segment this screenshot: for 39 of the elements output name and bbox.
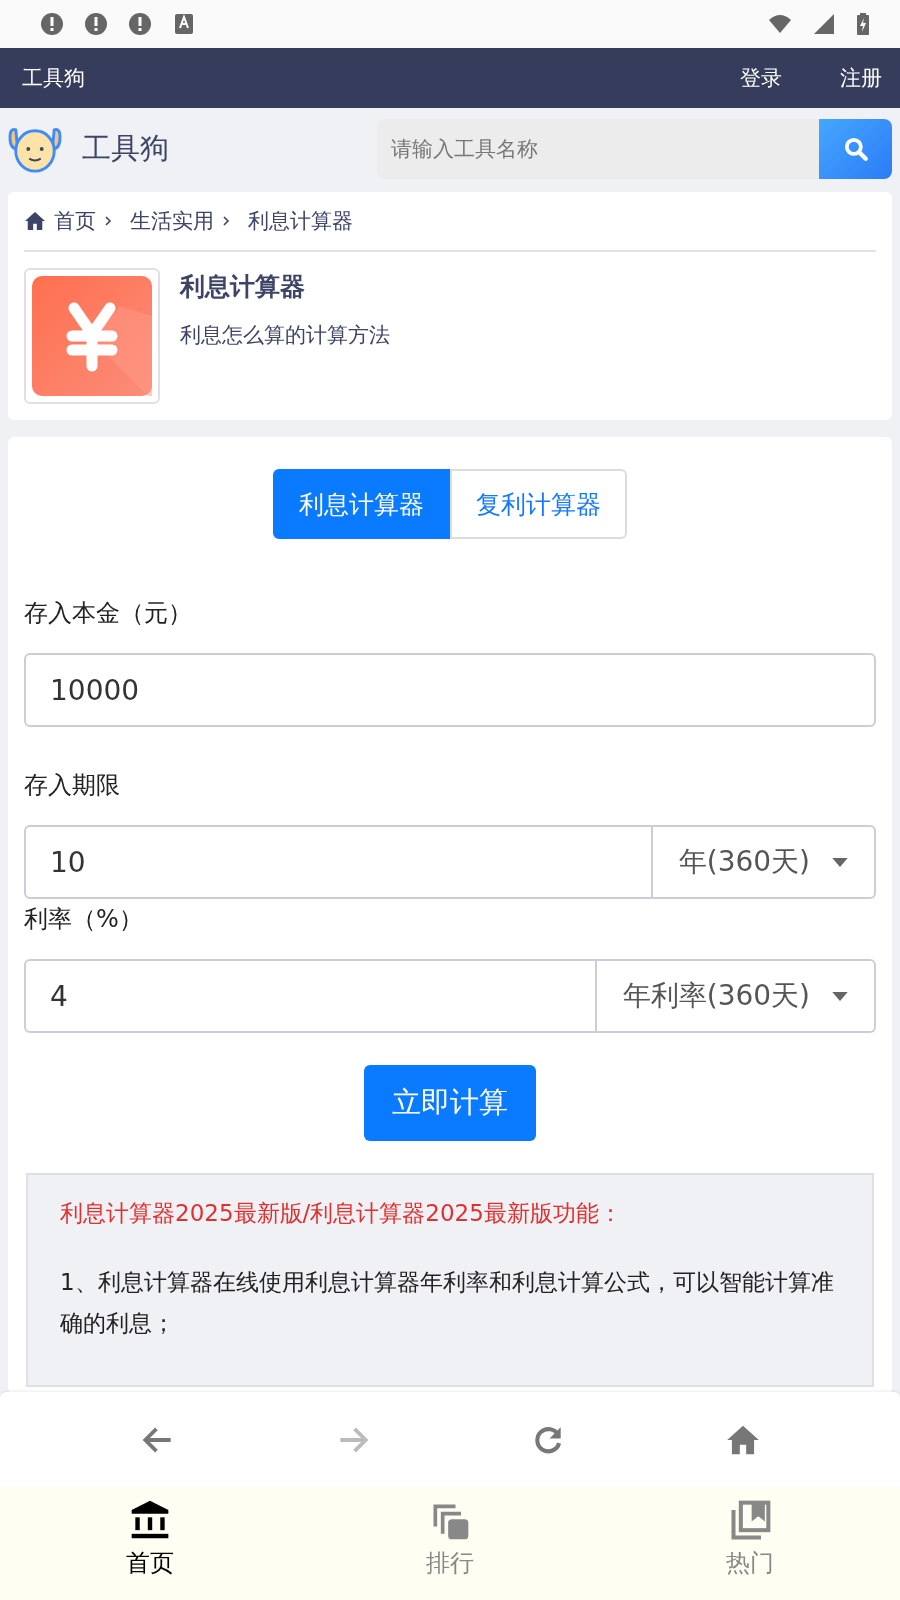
nav-link[interactable]: 登录 <box>700 64 800 92</box>
breadcrumb-link[interactable]: 首页 <box>54 207 96 235</box>
bottom-tab[interactable]: 首页 <box>0 1487 300 1600</box>
signal-icon <box>812 12 836 36</box>
notification-icon <box>172 12 196 36</box>
unit-dropdown[interactable]: 年(360天) <box>652 825 876 899</box>
calculator-tab[interactable]: 复利计算器 <box>450 469 627 539</box>
tool-description: 利息怎么算的计算方法 <box>180 322 390 349</box>
alert-icon <box>128 12 152 36</box>
calculate-button[interactable]: 立即计算 <box>364 1065 536 1141</box>
nav-link[interactable]: 注册 <box>800 64 900 92</box>
home-icon[interactable] <box>24 211 46 231</box>
search-button[interactable] <box>819 119 892 179</box>
calculator-tab[interactable]: 利息计算器 <box>273 469 450 539</box>
site-brand[interactable]: 工具狗 <box>22 64 85 92</box>
site-name: 工具狗 <box>82 130 170 167</box>
info-heading: 利息计算器2025最新版/利息计算器2025最新版功能： <box>60 1199 623 1228</box>
battery-icon <box>856 12 870 36</box>
input-field[interactable]: 10000 <box>24 653 876 727</box>
tool-title: 利息计算器 <box>180 271 306 303</box>
unit-dropdown[interactable]: 年利率(360天) <box>596 959 876 1033</box>
chevron-icon <box>222 215 230 227</box>
search-field[interactable]: 请输入工具名称 <box>377 119 819 179</box>
breadcrumb-link[interactable]: 生活实用 <box>130 207 214 235</box>
alert-icon <box>40 12 64 36</box>
field-label: 存入期限 <box>24 770 121 801</box>
input-field[interactable]: 10 <box>24 825 653 899</box>
field-label: 利率（%） <box>24 904 144 935</box>
info-text: 1、利息计算器在线使用利息计算器年利率和利息计算公式，可以智能计算准确的利息； <box>60 1267 835 1339</box>
chevron-icon <box>104 215 112 227</box>
search-icon <box>842 136 869 162</box>
current-page-label: 利息计算器 <box>248 208 353 235</box>
alert-icon <box>84 12 108 36</box>
yen-icon <box>32 276 152 396</box>
bookmark-stack-icon <box>728 1499 772 1543</box>
input-field[interactable]: 4 <box>24 959 597 1033</box>
caret-icon <box>832 991 848 1001</box>
caret-icon <box>832 857 848 867</box>
field-label: 存入本金（元） <box>24 598 193 629</box>
